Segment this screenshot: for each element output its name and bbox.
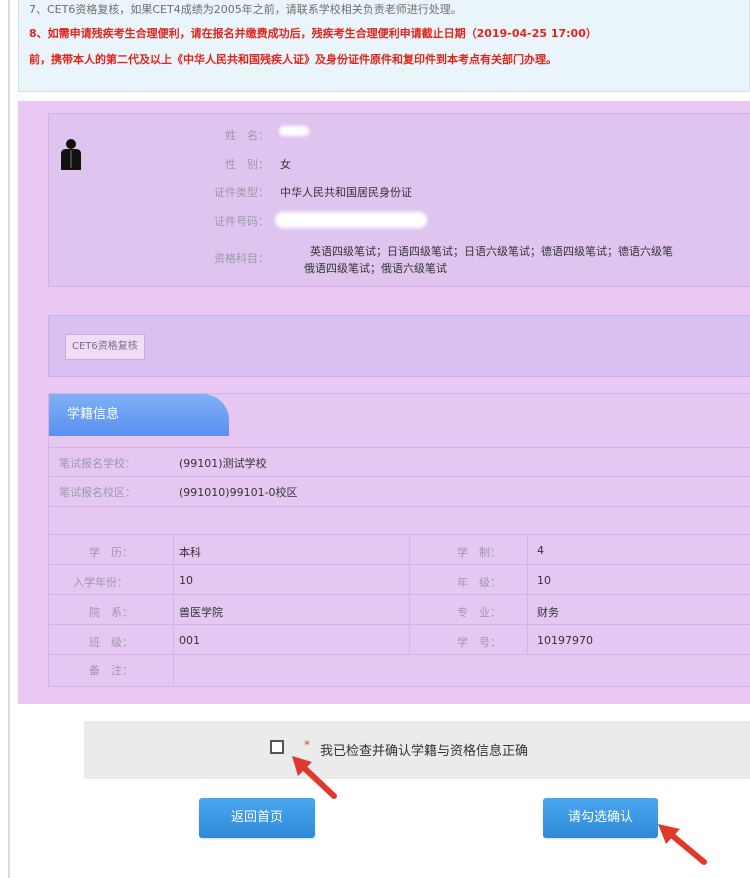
subjects-line-1: 英语四级笔试；日语四级笔试；日语六级笔试；德语四级笔试；德语六级笔 xyxy=(310,245,673,258)
tag-cet6-review[interactable]: CET6资格复核 xyxy=(65,334,145,360)
confirm-bar: * 我已检查并确认学籍与资格信息正确 xyxy=(84,721,750,779)
red-arrow-icon xyxy=(292,756,337,799)
program-length-label: 学 制： xyxy=(457,546,501,559)
candidate-card: 姓 名： 性 别： 女 证件类型： 中华人民共和国居民身份证 证件号码： 资格科… xyxy=(48,113,750,287)
department-value: 兽医学院 xyxy=(179,606,223,619)
confirm-checkbox[interactable] xyxy=(270,740,284,754)
id-number-redacted xyxy=(275,212,427,228)
divider xyxy=(49,447,750,448)
enroll-year-value: 10 xyxy=(179,574,193,587)
education-label: 学 历： xyxy=(89,546,133,559)
major-label: 专 业： xyxy=(457,606,501,619)
major-value: 财务 xyxy=(537,606,559,619)
student-id-value: 10197970 xyxy=(537,634,593,647)
exam-campus-label: 笔试报名校区： xyxy=(59,486,136,499)
divider xyxy=(49,476,750,477)
class-label: 班 级： xyxy=(89,636,133,649)
divider xyxy=(173,534,174,684)
id-type-value: 中华人民共和国居民身份证 xyxy=(280,186,412,199)
gender-label: 性 别： xyxy=(225,158,269,171)
notice-item-8: 8、如需申请残疾考生合理便利，请在报名并缴费成功后，残疾考生合理便利申请截止日期… xyxy=(29,27,597,40)
grade-value: 10 xyxy=(537,574,551,587)
subjects-label: 资格科目： xyxy=(214,252,269,265)
divider xyxy=(49,624,750,625)
remark-label: 备 注： xyxy=(89,664,133,677)
exam-campus-value: (991010)99101-0校区 xyxy=(179,486,298,499)
education-value: 本科 xyxy=(179,546,201,559)
name-value-redacted xyxy=(279,126,309,136)
notice-item-8-cont: 前，携带本人的第二代及以上《中华人民共和国残疾人证》及身份证件原件和复印件到本考… xyxy=(29,53,557,66)
student-id-label: 学 号： xyxy=(457,636,501,649)
id-type-label: 证件类型： xyxy=(214,186,269,199)
subjects-line-2: 俄语四级笔试；俄语六级笔试 xyxy=(304,262,447,275)
page-left-border xyxy=(8,0,10,878)
red-arrow-icon xyxy=(658,824,707,865)
department-label: 院 系： xyxy=(89,606,133,619)
enroll-year-label: 入学年份： xyxy=(73,576,128,589)
qualification-tags-panel: CET6资格复核 xyxy=(48,315,750,377)
info-section: 姓 名： 性 别： 女 证件类型： 中华人民共和国居民身份证 证件号码： 资格科… xyxy=(18,101,750,704)
notice-item-7: 7、CET6资格复核，如果CET4成绩为2005年之前，请联系学校相关负责老师进… xyxy=(29,3,462,16)
divider xyxy=(49,564,750,565)
registration-panel: 学籍信息 笔试报名学校： (99101)测试学校 笔试报名校区： (991010… xyxy=(48,393,750,687)
divider xyxy=(49,654,750,655)
divider xyxy=(49,534,750,535)
name-label: 姓 名： xyxy=(225,129,269,142)
confirm-label[interactable]: 我已检查并确认学籍与资格信息正确 xyxy=(320,740,528,759)
program-length-value: 4 xyxy=(537,544,544,557)
gender-value: 女 xyxy=(280,158,291,171)
divider xyxy=(49,594,750,595)
tab-registration-info[interactable]: 学籍信息 xyxy=(49,394,229,436)
back-home-button[interactable]: 返回首页 xyxy=(199,798,315,838)
notice-box: 7、CET6资格复核，如果CET4成绩为2005年之前，请联系学校相关负责老师进… xyxy=(18,0,750,92)
divider xyxy=(49,506,750,507)
exam-school-value: (99101)测试学校 xyxy=(179,457,267,470)
grade-label: 年 级： xyxy=(457,576,501,589)
person-silhouette-icon xyxy=(61,139,81,170)
required-star: * xyxy=(304,738,310,752)
id-number-label: 证件号码： xyxy=(214,215,269,228)
class-value: 001 xyxy=(179,634,200,647)
confirm-button[interactable]: 请勾选确认 xyxy=(543,798,658,838)
exam-school-label: 笔试报名学校： xyxy=(59,457,136,470)
